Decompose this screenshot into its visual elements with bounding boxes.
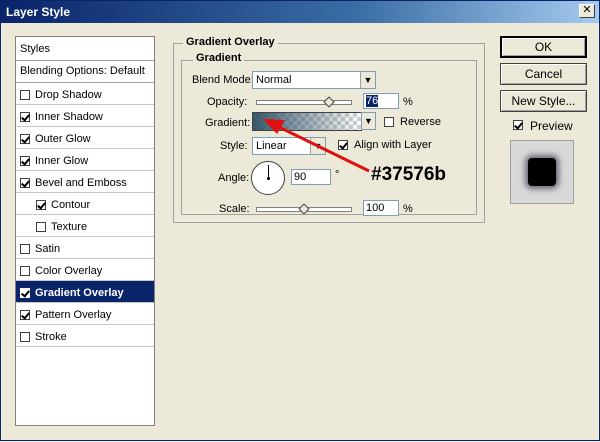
layer-style-dialog: Layer Style ✕ Styles Blending Options: D… <box>0 0 600 441</box>
annotation-label: #37576b <box>371 164 447 185</box>
annotation-arrow <box>263 119 370 173</box>
